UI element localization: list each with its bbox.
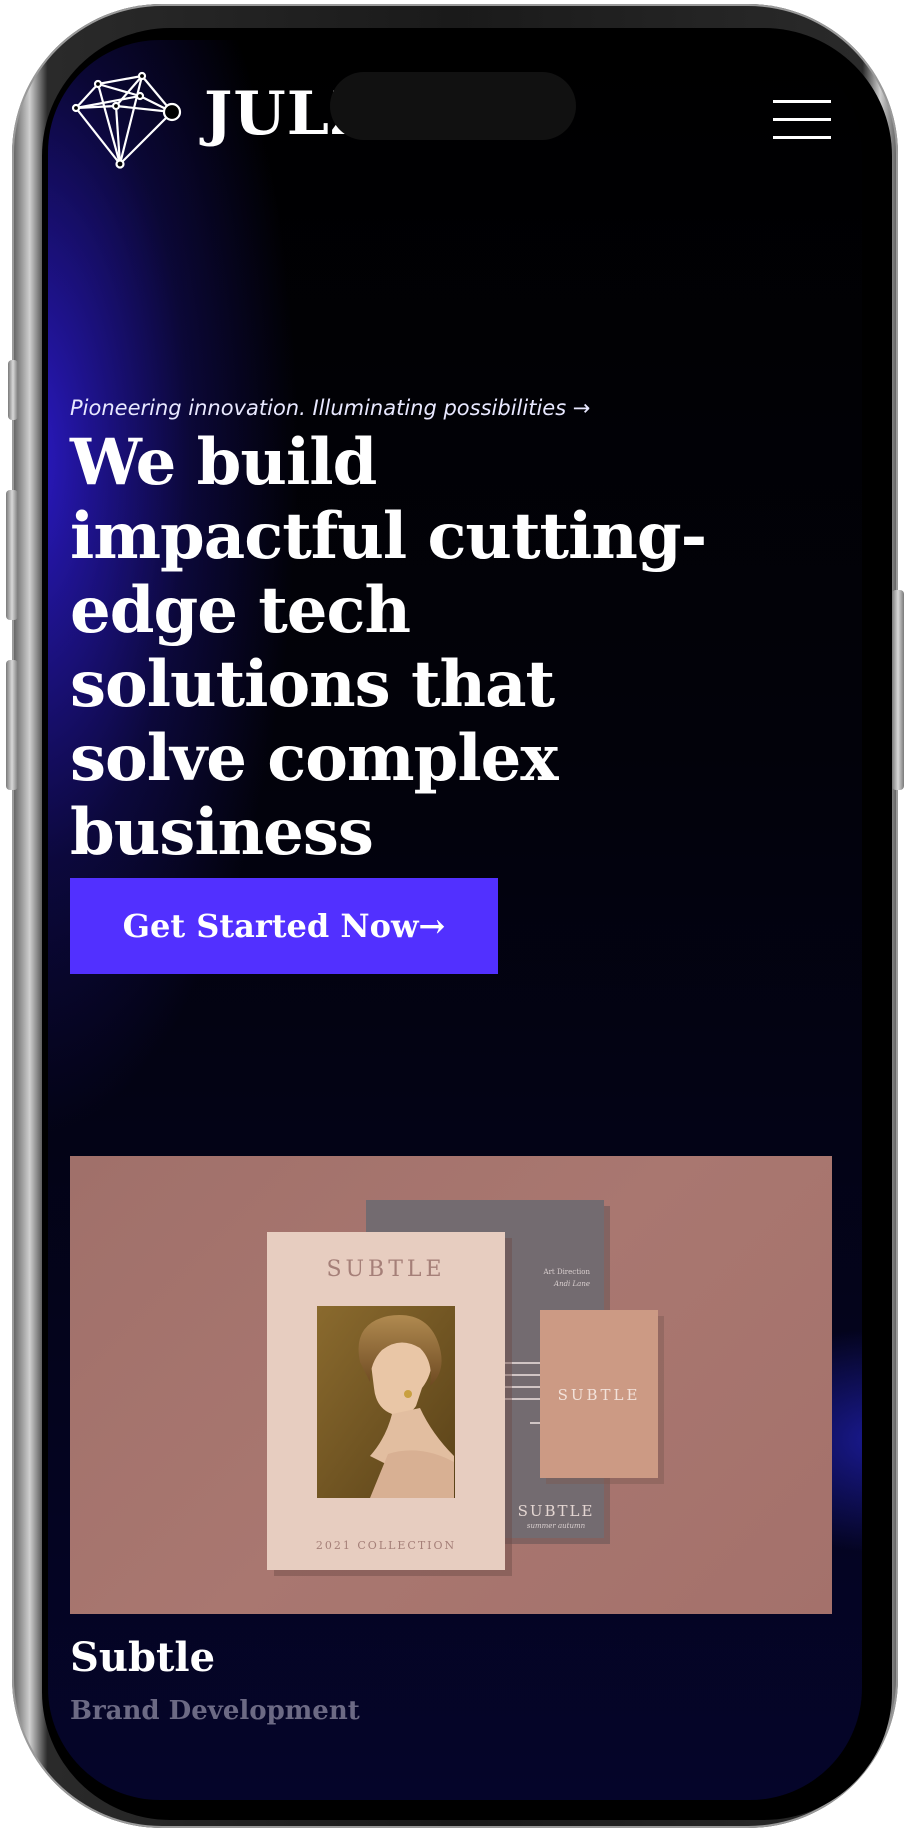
hero-tagline[interactable]: Pioneering innovation. Illuminating poss… <box>70 396 590 420</box>
volume-down-button <box>6 660 18 790</box>
portfolio-item-category: Brand Development <box>70 1696 360 1726</box>
phone-screen: JULZ Pioneering innovation. Illuminating… <box>48 40 862 1800</box>
back-credit-2: Andi Lane <box>553 1280 590 1288</box>
cover-footer: 2021 COLLECTION <box>316 1539 456 1552</box>
action-button <box>8 360 18 420</box>
back-sub: summer autumn <box>527 1522 586 1530</box>
cover-brand: SUBTLE <box>326 1257 445 1282</box>
hamburger-menu-icon[interactable] <box>773 100 831 140</box>
portfolio-card-image[interactable]: Art Direction Andi Lane SUBTLE summer au… <box>70 1156 832 1614</box>
small-card-brand: SUBTLE <box>558 1386 641 1404</box>
volume-up-button <box>6 490 18 620</box>
dynamic-island <box>330 72 576 140</box>
hero-headline: We build impactful cutting-edge tech sol… <box>70 425 707 944</box>
network-diamond-icon[interactable] <box>70 70 190 170</box>
power-button <box>892 590 904 790</box>
back-credit-1: Art Direction <box>543 1268 591 1276</box>
back-brand: SUBTLE <box>518 1502 595 1520</box>
get-started-button[interactable]: Get Started Now→ <box>70 878 498 974</box>
portfolio-item-title[interactable]: Subtle <box>70 1634 215 1681</box>
